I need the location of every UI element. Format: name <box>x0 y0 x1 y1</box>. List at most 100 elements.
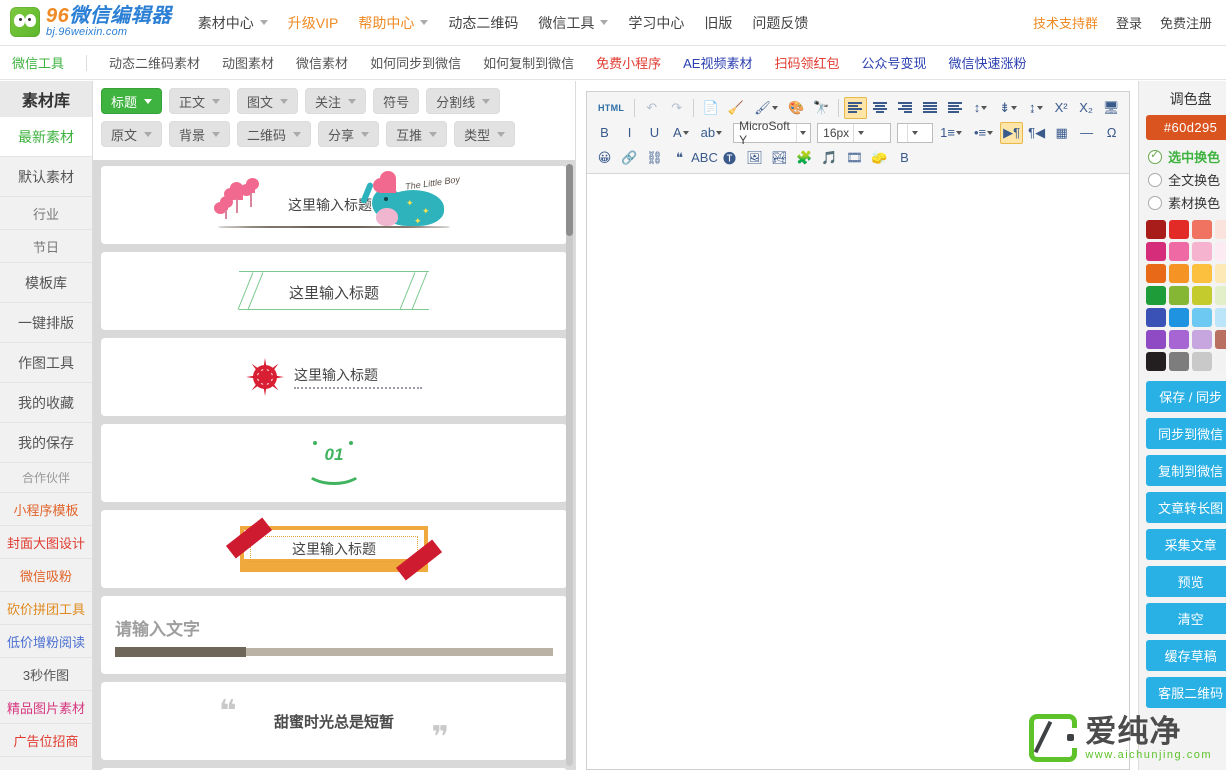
redo-button[interactable]: ↷ <box>665 97 688 119</box>
color-swatch-23[interactable] <box>1215 330 1226 349</box>
material-filter-r2-5[interactable]: 类型 <box>454 121 516 147</box>
nav-item-1[interactable]: 升级VIP <box>288 13 339 33</box>
header-action-0[interactable]: 技术支持群 <box>1033 13 1098 32</box>
color-swatch-11[interactable] <box>1215 264 1226 283</box>
plugin-button[interactable]: 🧩 <box>793 147 816 169</box>
radio-icon[interactable] <box>1148 148 1163 164</box>
material-filter-r1-0[interactable]: 标题 <box>101 88 163 114</box>
color-swatch-21[interactable] <box>1169 330 1190 349</box>
horizontal-rule-button[interactable]: — <box>1075 122 1098 144</box>
spacing-button[interactable]: ↨ <box>1024 97 1048 119</box>
insert-video-button[interactable]: 🎞 <box>843 147 866 169</box>
header-action-2[interactable]: 免费注册 <box>1160 13 1212 32</box>
blockquote-button[interactable]: ❝ <box>668 147 691 169</box>
right-action-button-1[interactable]: 同步到微信 <box>1146 418 1226 449</box>
color-swatch-13[interactable] <box>1169 286 1190 305</box>
emoji-button[interactable]: 😀 <box>593 147 616 169</box>
material-scrollbar-track[interactable] <box>566 164 573 766</box>
material-filter-r2-4[interactable]: 互推 <box>386 121 448 147</box>
material-filter-r1-2[interactable]: 图文 <box>237 88 299 114</box>
line-height-button[interactable]: ↕ <box>969 97 993 119</box>
header-action-1[interactable]: 登录 <box>1116 13 1142 32</box>
insert-image-button[interactable]: 🖼 <box>743 147 766 169</box>
paragraph-spacing-button[interactable]: ⇟ <box>994 97 1022 119</box>
material-card[interactable]: 这里输入标题 <box>101 338 567 416</box>
ltr-direction-button[interactable]: ▶¶ <box>1000 121 1024 144</box>
color-swatch-7[interactable] <box>1215 242 1226 261</box>
material-card[interactable]: 这里输入标题 ✦ ✦ ✦ The Little Boy <box>101 166 567 244</box>
material-filter-r1-5[interactable]: 分割线 <box>426 88 501 114</box>
font-family-select-arrow[interactable] <box>796 123 808 142</box>
sidebar-item-12[interactable]: 微信吸粉 <box>0 559 92 592</box>
material-filter-r1-4[interactable]: 符号 <box>373 88 420 114</box>
editor-content-area[interactable] <box>587 174 1130 769</box>
color-swatch-18[interactable] <box>1192 308 1213 327</box>
subnav-item-6[interactable]: 免费小程序 <box>596 53 661 72</box>
color-swatch-6[interactable] <box>1192 242 1213 261</box>
sidebar-item-6[interactable]: 作图工具 <box>0 343 92 383</box>
image-gallery-button[interactable]: 🏞 <box>768 147 791 169</box>
font-size-select-arrow[interactable] <box>853 123 867 142</box>
sidebar-item-15[interactable]: 3秒作图 <box>0 658 92 691</box>
subnav-item-4[interactable]: 如何同步到微信 <box>370 53 461 72</box>
nav-item-3[interactable]: 动态二维码 <box>448 13 518 33</box>
find-replace-button[interactable]: 🔭 <box>810 97 833 119</box>
sidebar-item-4[interactable]: 模板库 <box>0 263 92 303</box>
material-filter-r2-0[interactable]: 原文 <box>101 121 163 147</box>
sidebar-item-2[interactable]: 行业 <box>0 197 92 230</box>
color-swatch-8[interactable] <box>1146 264 1167 283</box>
color-swatch-12[interactable] <box>1146 286 1167 305</box>
sidebar-item-13[interactable]: 砍价拼团工具 <box>0 592 92 625</box>
text-box-button[interactable]: 🅣 <box>718 147 741 169</box>
nav-item-2[interactable]: 帮助中心 <box>358 13 429 33</box>
subnav-item-1[interactable]: 动态二维码素材 <box>109 53 200 72</box>
highlight-color-button[interactable]: ab <box>696 122 727 144</box>
material-filter-r1-3[interactable]: 关注 <box>305 88 367 114</box>
subscript-button[interactable]: X₂ <box>1075 97 1098 119</box>
remove-format-button[interactable]: ABC <box>691 147 718 169</box>
rtl-direction-button[interactable]: ¶◀ <box>1025 122 1048 144</box>
unordered-list-button[interactable]: •≡ <box>969 122 998 144</box>
indent-button[interactable] <box>944 97 967 119</box>
material-card[interactable]: 这里输入标题 <box>101 252 567 330</box>
nav-item-5[interactable]: 学习中心 <box>628 13 684 33</box>
palette-mode-0[interactable]: 选中换色 <box>1148 147 1226 166</box>
material-filter-r2-2[interactable]: 二维码 <box>237 121 312 147</box>
subnav-item-3[interactable]: 微信素材 <box>296 53 348 72</box>
font-color-button[interactable]: A <box>668 122 694 144</box>
sidebar-item-7[interactable]: 我的收藏 <box>0 383 92 423</box>
right-action-button-2[interactable]: 复制到微信 <box>1146 455 1226 486</box>
right-action-button-3[interactable]: 文章转长图 <box>1146 492 1226 523</box>
right-action-button-5[interactable]: 预览 <box>1146 566 1226 597</box>
font-family-select[interactable]: MicroSoft Y <box>733 119 812 147</box>
align-center-button[interactable] <box>869 97 892 119</box>
italic-button[interactable]: I <box>618 122 641 144</box>
subnav-item-8[interactable]: 扫码领红包 <box>774 53 839 72</box>
material-filter-r2-3[interactable]: 分享 <box>318 121 380 147</box>
bold-extra-button[interactable]: B <box>893 147 916 169</box>
material-card[interactable]: ❝ 甜蜜时光总是短暂 ❞ <box>101 682 567 760</box>
color-swatch-1[interactable] <box>1169 220 1190 239</box>
sidebar-item-0[interactable]: 最新素材 <box>0 117 92 157</box>
underline-button[interactable]: U <box>643 122 666 144</box>
color-swatch-20[interactable] <box>1146 330 1167 349</box>
color-swatch-14[interactable] <box>1192 286 1213 305</box>
paint-bucket-button[interactable]: 🎨 <box>785 97 808 119</box>
superscript-button[interactable]: X² <box>1050 97 1073 119</box>
color-swatch-10[interactable] <box>1192 264 1213 283</box>
site-logo[interactable]: 96微信编辑器 bj.96weixin.com <box>10 6 172 39</box>
subnav-item-5[interactable]: 如何复制到微信 <box>483 53 574 72</box>
right-action-button-0[interactable]: 保存 / 同步 <box>1146 381 1226 412</box>
sidebar-item-1[interactable]: 默认素材 <box>0 157 92 197</box>
sidebar-item-14[interactable]: 低价增粉阅读 <box>0 625 92 658</box>
color-swatch-5[interactable] <box>1169 242 1190 261</box>
align-left-button[interactable] <box>843 96 867 119</box>
radio-icon[interactable] <box>1148 195 1163 210</box>
eraser-button[interactable]: 🧹 <box>724 97 747 119</box>
font-size-select[interactable]: 16px <box>817 122 892 143</box>
align-justify-button[interactable] <box>919 97 942 119</box>
subnav-item-0[interactable]: 微信工具 <box>12 53 64 72</box>
nav-item-4[interactable]: 微信工具 <box>538 13 609 33</box>
color-swatch-9[interactable] <box>1169 264 1190 283</box>
new-document-button[interactable]: 📄 <box>699 97 722 119</box>
